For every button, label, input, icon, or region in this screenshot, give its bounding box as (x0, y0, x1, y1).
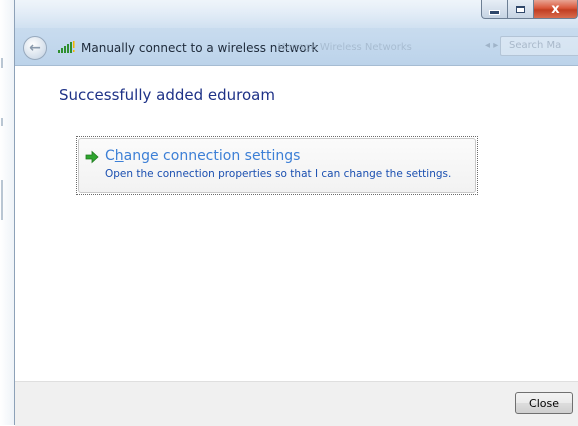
command-link-title: Change connection settings (105, 148, 300, 164)
green-arrow-icon (85, 150, 99, 164)
command-link-description: Open the connection properties so that I… (105, 168, 452, 180)
caption-buttons: x (481, 0, 578, 20)
edge-mark (1, 118, 3, 126)
background-nav-glyphs: ◂ ▸ (485, 40, 499, 51)
maximize-icon (516, 5, 525, 13)
command-link-title-prefix: C (105, 148, 115, 164)
edge-mark (1, 58, 3, 68)
close-button[interactable]: Close (515, 392, 573, 414)
dialog-footer: Close (15, 381, 578, 426)
background-address-text: Manage Wireless Networks (277, 42, 412, 53)
page-heading: Successfully added eduroam (59, 86, 275, 104)
maximize-button[interactable] (508, 0, 534, 19)
minimize-icon (489, 9, 500, 15)
background-search-box: Search Ma (500, 36, 578, 56)
change-connection-settings-link[interactable]: Change connection settings Open the conn… (76, 136, 478, 195)
back-button[interactable]: ← (23, 36, 47, 60)
wireless-signal-icon (58, 41, 75, 53)
access-key-letter: h (114, 148, 124, 164)
edge-mark (1, 180, 3, 220)
dialog-window: x ← Manually connect to a wireless netwo… (14, 0, 578, 426)
close-icon: x (551, 1, 560, 17)
window-close-button[interactable]: x (534, 0, 578, 19)
command-link-surface: Change connection settings Open the conn… (78, 138, 476, 193)
minimize-button[interactable] (481, 0, 508, 19)
back-arrow-icon: ← (29, 40, 41, 56)
background-window-edge (0, 0, 14, 425)
command-link-title-rest: ange connection settings (123, 148, 301, 164)
title-bar: x ← Manually connect to a wireless netwo… (15, 0, 578, 66)
